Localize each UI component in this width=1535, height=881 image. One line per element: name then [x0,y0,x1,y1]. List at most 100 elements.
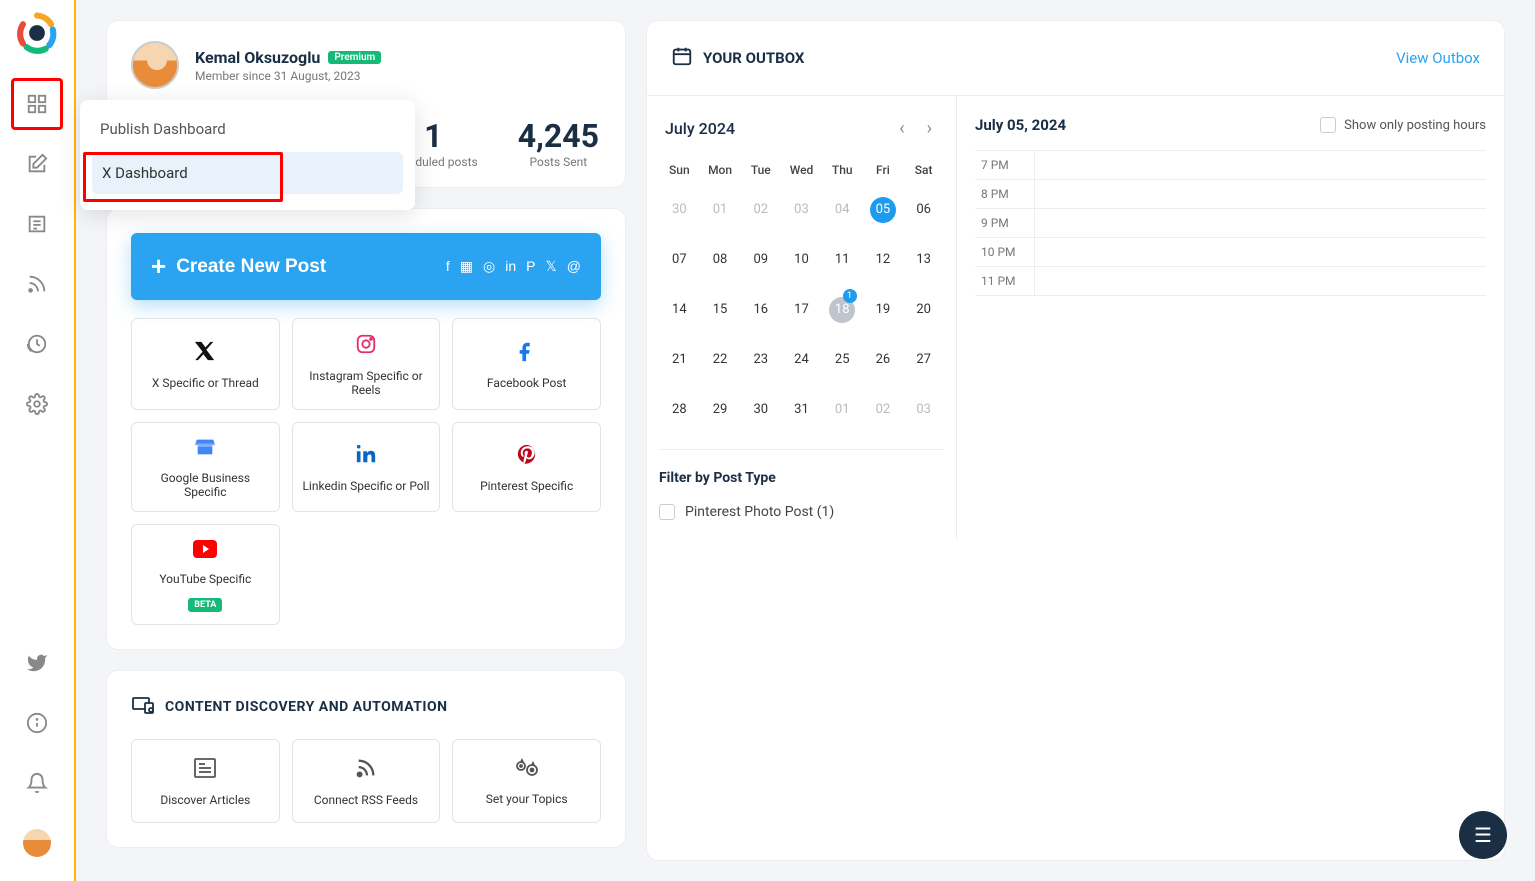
cal-day[interactable]: 19 [863,285,904,335]
post-type-tile-linkedin[interactable]: Linkedin Specific or Poll [292,422,441,512]
view-outbox-link[interactable]: View Outbox [1396,49,1480,67]
gmb-icon [194,437,216,463]
nav-bell-icon[interactable] [11,757,63,809]
cal-day[interactable]: 181 [822,285,863,335]
time-row: 8 PM [975,179,1486,208]
content-discovery-card: CONTENT DISCOVERY AND AUTOMATION Discove… [106,670,626,848]
calendar-icon [671,45,693,71]
cal-day[interactable]: 25 [822,335,863,385]
cal-day[interactable]: 04 [822,185,863,235]
cal-day[interactable]: 09 [740,235,781,285]
cal-day[interactable]: 30 [740,385,781,435]
premium-badge: Premium [328,51,381,64]
youtube-icon [193,539,217,564]
post-type-tile-facebook[interactable]: Facebook Post [452,318,601,410]
cal-day[interactable]: 30 [659,185,700,235]
time-row: 9 PM [975,208,1486,237]
show-only-toggle[interactable]: Show only posting hours [1320,117,1486,133]
cal-day[interactable]: 05 [863,185,904,235]
facebook-icon [516,340,538,368]
cal-day[interactable]: 02 [740,185,781,235]
post-type-tile-gmb[interactable]: Google Business Specific [131,422,280,512]
post-type-tile-x[interactable]: X Specific or Thread [131,318,280,410]
content-tile-articles[interactable]: Discover Articles [131,739,280,823]
stat-sent: 4,245 Posts Sent [518,117,599,169]
cal-day[interactable]: 16 [740,285,781,335]
time-slot[interactable] [1035,209,1486,237]
nav-avatar[interactable] [11,817,63,869]
cal-day[interactable]: 22 [700,335,741,385]
time-slot[interactable] [1035,267,1486,295]
cal-day[interactable]: 21 [659,335,700,385]
dashboard-popup: Publish Dashboard X Dashboard [80,100,415,210]
popup-item-x-dashboard[interactable]: X Dashboard [92,152,403,194]
cal-day[interactable]: 01 [822,385,863,435]
time-slot[interactable] [1035,151,1486,179]
cal-day[interactable]: 06 [903,185,944,235]
cal-dow: Mon [700,155,741,185]
time-label: 11 PM [975,267,1035,295]
cal-day[interactable]: 11 [822,235,863,285]
nav-compose-icon[interactable] [11,138,63,190]
nav-dashboard-icon[interactable] [11,78,63,130]
time-label: 7 PM [975,151,1035,179]
cal-day[interactable]: 17 [781,285,822,335]
next-month-button[interactable]: › [921,116,938,141]
pinterest-icon: P [526,258,535,275]
instagram-icon [355,333,377,361]
fab-menu-button[interactable]: ☰ [1459,811,1507,859]
facebook-icon: f [446,258,450,275]
create-post-card: + Create New Post f ▦ ◎ in P 𝕏 @ X Speci… [106,208,626,650]
cal-day[interactable]: 03 [903,385,944,435]
devices-icon [131,695,155,719]
cal-day[interactable]: 02 [863,385,904,435]
cal-day[interactable]: 12 [863,235,904,285]
cal-day[interactable]: 23 [740,335,781,385]
cal-day[interactable]: 07 [659,235,700,285]
checkbox-icon[interactable] [1320,117,1336,133]
nav-info-icon[interactable] [11,697,63,749]
cal-day[interactable]: 13 [903,235,944,285]
cal-day[interactable]: 24 [781,335,822,385]
x-icon: 𝕏 [546,258,557,275]
nav-recycle-icon[interactable] [11,318,63,370]
post-type-tile-youtube[interactable]: YouTube SpecificBETA [131,524,280,625]
cal-day[interactable]: 10 [781,235,822,285]
articles-icon [193,757,217,785]
hamburger-icon: ☰ [1474,823,1492,847]
outbox-title: YOUR OUTBOX [703,49,804,67]
nav-rss-icon[interactable] [11,258,63,310]
post-type-tile-pinterest[interactable]: Pinterest Specific [452,422,601,512]
time-slot[interactable] [1035,238,1486,266]
filter-item-pinterest[interactable]: Pinterest Photo Post (1) [659,504,944,520]
cal-day[interactable]: 15 [700,285,741,335]
time-label: 8 PM [975,180,1035,208]
cal-day[interactable]: 01 [700,185,741,235]
nav-settings-icon[interactable] [11,378,63,430]
cal-day[interactable]: 29 [700,385,741,435]
beta-badge: BETA [188,598,222,612]
cal-day[interactable]: 27 [903,335,944,385]
cal-day[interactable]: 31 [781,385,822,435]
cal-dow: Thu [822,155,863,185]
time-slot[interactable] [1035,180,1486,208]
avatar [131,41,179,89]
nav-twitter-icon[interactable] [11,637,63,689]
content-tile-rss[interactable]: Connect RSS Feeds [292,739,441,823]
content-tile-topics[interactable]: Set your Topics [452,739,601,823]
instagram-icon: ◎ [483,258,495,275]
prev-month-button[interactable]: ‹ [893,116,910,141]
cal-day[interactable]: 08 [700,235,741,285]
cal-day[interactable]: 14 [659,285,700,335]
cal-day[interactable]: 28 [659,385,700,435]
cal-day[interactable]: 26 [863,335,904,385]
plus-icon: + [151,251,166,282]
nav-articles-icon[interactable] [11,198,63,250]
checkbox-icon[interactable] [659,504,675,520]
linkedin-icon: in [505,258,516,275]
cal-day[interactable]: 03 [781,185,822,235]
cal-day[interactable]: 20 [903,285,944,335]
cal-dow: Tue [740,155,781,185]
post-type-tile-instagram[interactable]: Instagram Specific or Reels [292,318,441,410]
create-new-post-button[interactable]: + Create New Post f ▦ ◎ in P 𝕏 @ [131,233,601,300]
